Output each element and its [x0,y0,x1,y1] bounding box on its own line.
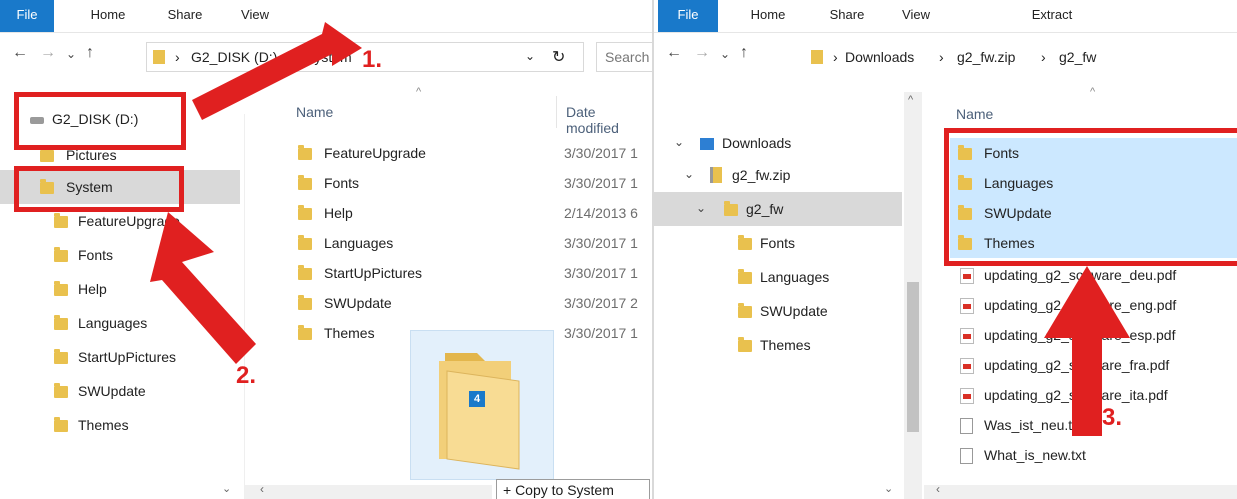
annotation-arrow-1 [192,22,362,120]
annotation-arrow-2 [150,212,256,364]
annotation-label-2: 2. [236,362,257,389]
annotation-arrow-3 [1044,266,1130,436]
explorer-window-right: File Home Share View Extract ← → ⌄ ↑ › D… [654,0,1237,499]
annotation-label-3: 3. [1102,404,1123,431]
annotation-arrows [150,22,362,364]
explorer-window-left: File Home Share View ← → ⌄ ↑ › G2_DISK (… [0,0,652,499]
annotation-label-1: 1. [362,46,383,73]
